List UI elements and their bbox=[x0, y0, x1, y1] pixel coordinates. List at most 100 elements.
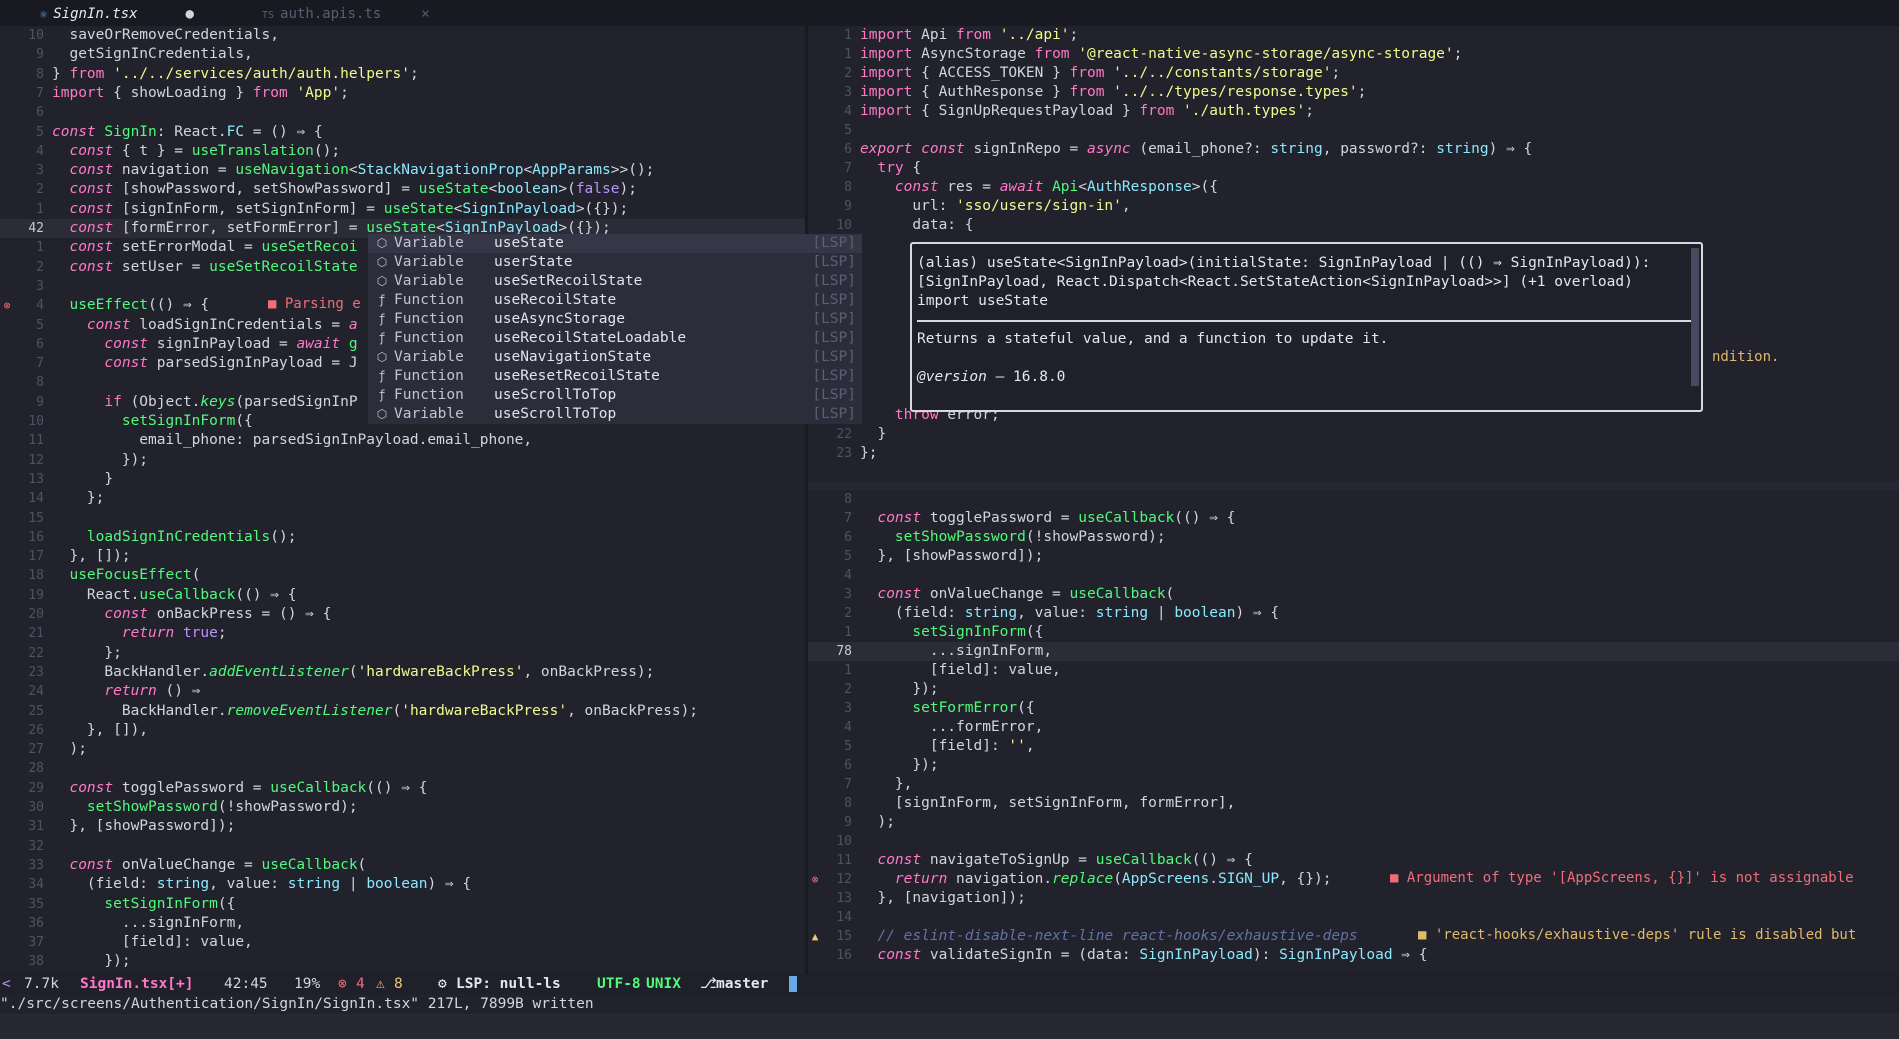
code-token: '../../types/response.types' bbox=[1104, 84, 1358, 100]
code-line[interactable]: 23}; bbox=[808, 444, 1899, 463]
code-line[interactable]: 8 const res = await Api<AuthResponse>({ bbox=[808, 178, 1899, 197]
code-line[interactable]: 22 } bbox=[808, 425, 1899, 444]
completion-item[interactable]: ƒ Function useRecoilStateLoadable [LSP] bbox=[368, 329, 862, 348]
code-line[interactable]: 24 return () ⇒ bbox=[0, 682, 805, 701]
code-line[interactable]: 33 const onValueChange = useCallback( bbox=[0, 856, 805, 875]
doc-scrollbar[interactable] bbox=[1691, 248, 1699, 386]
completion-item[interactable]: ƒ Function useAsyncStorage [LSP] bbox=[368, 310, 862, 329]
code-line-current[interactable]: 78 ...signInForm, bbox=[808, 642, 1899, 661]
code-line[interactable]: 6 setShowPassword(!showPassword); bbox=[808, 528, 1899, 547]
file-name: SignIn.tsx[+] bbox=[80, 976, 194, 992]
code-line[interactable]: 4 ...formError, bbox=[808, 718, 1899, 737]
code-line[interactable]: 1 setSignInForm({ bbox=[808, 623, 1899, 642]
completion-item[interactable]: ƒ Function useScrollToTop [LSP] bbox=[368, 386, 862, 405]
code-line[interactable]: 36 ...signInForm, bbox=[0, 914, 805, 933]
completion-item[interactable]: ⬡ Variable userState [LSP] bbox=[368, 253, 862, 272]
code-line[interactable]: 7 import { showLoading } from 'App'; bbox=[0, 84, 805, 103]
code-line[interactable]: 4 const { t } = useTranslation(); bbox=[0, 142, 805, 161]
command-line[interactable]: "./src/screens/Authentication/SignIn/Sig… bbox=[0, 994, 1899, 1014]
code-line[interactable]: 17 }, []); bbox=[0, 547, 805, 566]
code-line[interactable]: 11 const navigateToSignUp = useCallback(… bbox=[808, 851, 1899, 870]
code-line[interactable]: 7 const togglePassword = useCallback(() … bbox=[808, 509, 1899, 528]
code-line[interactable]: 28 bbox=[0, 759, 805, 778]
code-line[interactable]: 21 return true; bbox=[0, 624, 805, 643]
completion-item[interactable]: ⬡ Variable useState [LSP] bbox=[368, 234, 862, 253]
code-line[interactable]: 6 export const signInRepo = async (email_… bbox=[808, 140, 1899, 159]
line-number: 30 bbox=[28, 800, 44, 815]
code-line[interactable]: 8} from '../../services/auth/auth.helper… bbox=[0, 65, 805, 84]
code-line[interactable]: 20 const onBackPress = () ⇒ { bbox=[0, 605, 805, 624]
code-line[interactable]: 4 import { SignUpRequestPayload } from '.… bbox=[808, 102, 1899, 121]
code-line[interactable]: 3 import { AuthResponse } from '../../typ… bbox=[808, 83, 1899, 102]
completion-item[interactable]: ƒ Function useRecoilState [LSP] bbox=[368, 291, 862, 310]
completion-menu[interactable]: ⬡ Variable useState [LSP] ⬡ Variable userState… bbox=[368, 234, 862, 424]
code-line[interactable]: 11 email_phone: parsedSignInPayload.emai… bbox=[0, 431, 805, 450]
code-line[interactable]: 15 bbox=[0, 509, 805, 528]
code-line[interactable]: 5 bbox=[808, 121, 1899, 140]
tab-auth-apis[interactable]: TS auth.apis.ts × bbox=[262, 4, 430, 24]
code-line[interactable]: 5 const SignIn: React.FC = () ⇒ { bbox=[0, 123, 805, 142]
code-line[interactable]: 16 loadSignInCredentials(); bbox=[0, 528, 805, 547]
editor-pane-right-bottom[interactable]: 87 const togglePassword = useCallback(()… bbox=[808, 490, 1899, 974]
code-line[interactable]: 31 }, [showPassword]); bbox=[0, 817, 805, 836]
code-line[interactable]: 30 setShowPassword(!showPassword); bbox=[0, 798, 805, 817]
completion-item[interactable]: ƒ Function useResetRecoilState [LSP] bbox=[368, 367, 862, 386]
code-line[interactable]: 23 BackHandler.addEventListener('hardwar… bbox=[0, 663, 805, 682]
code-line[interactable]: 10 data: { bbox=[808, 216, 1899, 235]
code-line[interactable]: 22 }; bbox=[0, 644, 805, 663]
completion-item[interactable]: ⬡ Variable useNavigationState [LSP] bbox=[368, 348, 862, 367]
code-line[interactable]: 3 const onValueChange = useCallback( bbox=[808, 585, 1899, 604]
code-line[interactable]: 9 url: 'sso/users/sign-in', bbox=[808, 197, 1899, 216]
code-line[interactable]: 1 import Api from '../api'; bbox=[808, 26, 1899, 45]
code-line[interactable]: 2 }); bbox=[808, 680, 1899, 699]
code-line[interactable]: 16 const validateSignIn = (data: SignInP… bbox=[808, 946, 1899, 965]
code-line[interactable]: 38 }); bbox=[0, 952, 805, 971]
code-token: ) ⇒ { bbox=[427, 876, 472, 893]
code-line[interactable]: 14 }; bbox=[0, 489, 805, 508]
code-line[interactable]: 2 (field: string, value: string | boolea… bbox=[808, 604, 1899, 623]
code-line[interactable]: 32 bbox=[0, 837, 805, 856]
code-line[interactable]: 1 [field]: value, bbox=[808, 661, 1899, 680]
code-line[interactable]: 25 BackHandler.removeEventListener('hard… bbox=[0, 702, 805, 721]
tab-signin[interactable]: ⚛ SignIn.tsx ● bbox=[40, 4, 194, 24]
code-line[interactable]: 19 React.useCallback(() ⇒ { bbox=[0, 586, 805, 605]
completion-item[interactable]: ⬡ Variable useSetRecoilState [LSP] bbox=[368, 272, 862, 291]
close-icon[interactable]: × bbox=[421, 6, 429, 22]
editor-pane-left[interactable]: 10 saveOrRemoveCredentials, 9 getSignInCr… bbox=[0, 26, 805, 974]
code-line[interactable]: 27 ); bbox=[0, 740, 805, 759]
code-line[interactable]: 9 getSignInCredentials, bbox=[0, 45, 805, 64]
code-line[interactable]: 18 useFocusEffect( bbox=[0, 566, 805, 585]
code-line[interactable]: 5 }, [showPassword]); bbox=[808, 547, 1899, 566]
code-line[interactable]: 8 [signInForm, setSignInForm, formError]… bbox=[808, 794, 1899, 813]
code-line[interactable]: 3 setFormError({ bbox=[808, 699, 1899, 718]
code-token: const bbox=[52, 779, 114, 796]
code-line[interactable]: 1 const [signInForm, setSignInForm] = us… bbox=[0, 200, 805, 219]
code-line[interactable]: 7 }, bbox=[808, 775, 1899, 794]
code-line[interactable]: 9 ); bbox=[808, 813, 1899, 832]
code-line[interactable]: 7 try { bbox=[808, 159, 1899, 178]
code-line[interactable]: 8 bbox=[808, 490, 1899, 509]
code-line[interactable]: 2 import { ACCESS_TOKEN } from '../../con… bbox=[808, 64, 1899, 83]
line-number: 8 bbox=[844, 796, 852, 811]
code-line[interactable]: 1 import AsyncStorage from '@react-native… bbox=[808, 45, 1899, 64]
code-line[interactable]: 10 saveOrRemoveCredentials, bbox=[0, 26, 805, 45]
code-line[interactable]: 14 bbox=[808, 908, 1899, 927]
code-line[interactable]: 6 }); bbox=[808, 756, 1899, 775]
code-line[interactable]: 12 }); bbox=[0, 451, 805, 470]
code-line[interactable]: 10 bbox=[808, 832, 1899, 851]
code-line[interactable]: 34 (field: string, value: string | boole… bbox=[0, 875, 805, 894]
code-line[interactable]: 6 bbox=[0, 103, 805, 122]
code-token: useTranslation bbox=[191, 142, 314, 159]
code-line[interactable]: 3 const navigation = useNavigation<Stack… bbox=[0, 161, 805, 180]
code-line[interactable]: 4 bbox=[808, 566, 1899, 585]
completion-label: userState bbox=[494, 254, 573, 270]
code-line[interactable]: 29 const togglePassword = useCallback(()… bbox=[0, 779, 805, 798]
code-line[interactable]: 13 } bbox=[0, 470, 805, 489]
completion-item[interactable]: ⬡ Variable useScrollToTop [LSP] bbox=[368, 405, 862, 424]
code-line[interactable]: 2 const [showPassword, setShowPassword] … bbox=[0, 180, 805, 199]
code-line[interactable]: 35 setSignInForm({ bbox=[0, 895, 805, 914]
code-line[interactable]: 13 }, [navigation]); bbox=[808, 889, 1899, 908]
code-line[interactable]: 37 [field]: value, bbox=[0, 933, 805, 952]
code-line[interactable]: 5 [field]: '', bbox=[808, 737, 1899, 756]
code-line[interactable]: 26 }, []), bbox=[0, 721, 805, 740]
